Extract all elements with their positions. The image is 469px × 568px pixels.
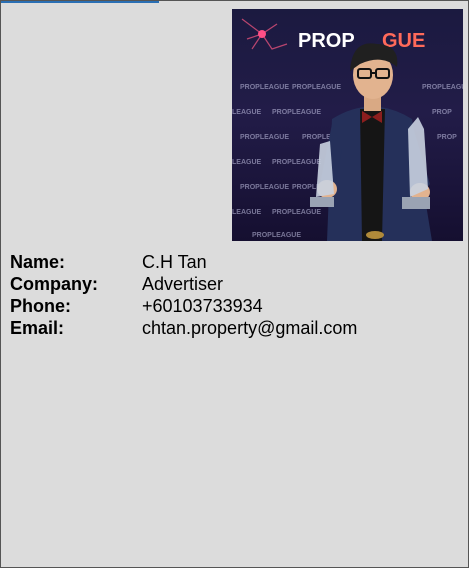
svg-text:PROPLEAGUE: PROPLEAGUE <box>240 134 289 141</box>
email-value: chtan.property@gmail.com <box>142 318 358 338</box>
svg-text:PROPLEAGUE: PROPLEAGUE <box>240 84 289 91</box>
svg-text:LEAGUE: LEAGUE <box>232 209 262 216</box>
name-value: C.H Tan <box>142 252 207 272</box>
svg-text:PROPLEAGUE: PROPLEAGUE <box>272 109 321 116</box>
svg-text:PROPLEAGUE: PROPLEAGUE <box>272 159 321 166</box>
phone-label: Phone: <box>10 296 71 316</box>
agent-card: PROPLEAGUE PROPLEAGUE PROPLEAGUE LEAGUE … <box>0 0 469 568</box>
name-row: Name: C.H Tan <box>10 251 357 273</box>
phone-row: Phone: +60103733934 <box>10 295 357 317</box>
card-top-accent <box>1 1 159 3</box>
agent-photo: PROPLEAGUE PROPLEAGUE PROPLEAGUE LEAGUE … <box>232 9 463 241</box>
svg-text:PROP: PROP <box>298 30 355 52</box>
svg-text:PROPLEAGUE: PROPLEAGUE <box>252 232 301 239</box>
company-value: Advertiser <box>142 274 224 294</box>
email-row: Email: chtan.property@gmail.com <box>10 317 357 339</box>
name-label: Name: <box>10 252 66 272</box>
company-label: Company: <box>10 274 99 294</box>
svg-text:LEAGUE: LEAGUE <box>232 159 262 166</box>
email-label: Email: <box>10 318 65 338</box>
svg-text:PROP: PROP <box>432 109 452 116</box>
svg-text:LEAGUE: LEAGUE <box>232 109 262 116</box>
phone-value: +60103733934 <box>142 296 263 316</box>
company-row: Company: Advertiser <box>10 273 357 295</box>
svg-text:PROPLEAGUE: PROPLEAGUE <box>272 209 321 216</box>
svg-text:PROPLEAGUE: PROPLEAGUE <box>422 84 463 91</box>
svg-text:PROPLEAGUE: PROPLEAGUE <box>240 184 289 191</box>
svg-text:PROPLEAGUE: PROPLEAGUE <box>292 84 341 91</box>
agent-info: Name: C.H Tan Company: Advertiser Phone:… <box>10 251 357 339</box>
svg-text:PROP: PROP <box>437 134 457 141</box>
